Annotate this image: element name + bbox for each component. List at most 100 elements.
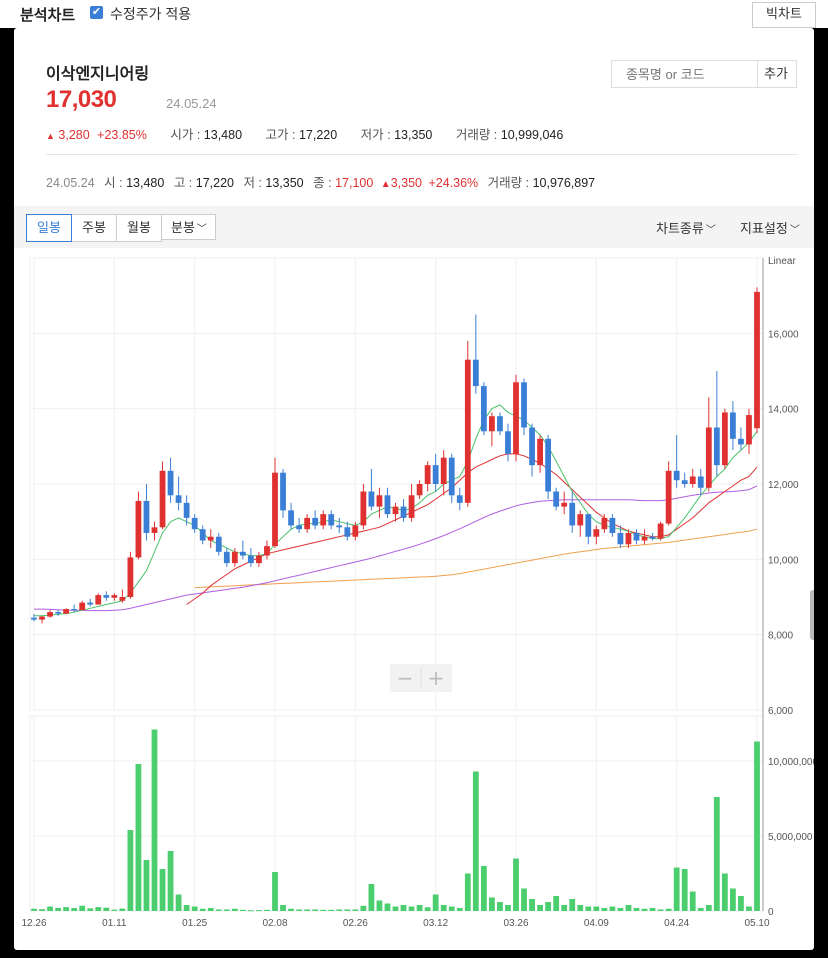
page-title: 분석차트 xyxy=(20,7,76,24)
candle-body xyxy=(649,536,656,539)
candle-body xyxy=(416,484,423,496)
volume-bar xyxy=(657,909,664,911)
x-tick-label: 04.09 xyxy=(584,918,609,929)
volume-tick-label: 10,000,000 xyxy=(768,757,814,768)
volume-bar xyxy=(256,910,262,912)
candle-body xyxy=(167,470,174,496)
candle-body xyxy=(513,382,519,454)
candle-body xyxy=(625,532,632,545)
candle-body xyxy=(746,415,752,445)
volume-bar xyxy=(127,830,134,911)
volume-bar xyxy=(697,908,704,911)
candle-body xyxy=(657,523,664,539)
volume-bar xyxy=(183,905,190,911)
candle-body xyxy=(497,416,503,432)
candle-body xyxy=(456,495,463,503)
volume-bar xyxy=(360,905,367,911)
candle-body xyxy=(280,472,286,511)
volume-bar xyxy=(199,908,206,911)
volume-bar xyxy=(408,906,415,911)
price-tick-label: 16,000 xyxy=(768,329,799,340)
volume-bar xyxy=(561,905,568,911)
candle-body xyxy=(256,555,262,564)
price-tick-label: 10,000 xyxy=(768,555,799,566)
volume-bar xyxy=(480,866,487,911)
volume-bar xyxy=(167,851,174,911)
candle-body xyxy=(239,551,246,556)
volume-bar xyxy=(248,910,254,912)
chart-panel: 이삭엔지니어링 17,030 24.05.24 ▲ 3,280 +23.85% … xyxy=(14,28,814,950)
volume-bar xyxy=(79,905,86,911)
candlestick-chart[interactable]: 6,000 8,000 10,000 12,000 14,000 16,000 Linear… xyxy=(14,28,814,950)
volume-bar xyxy=(545,902,552,911)
side-panel-handle[interactable] xyxy=(810,590,814,640)
volume-bar xyxy=(119,908,126,911)
volume-bar xyxy=(689,891,696,911)
volume-bar xyxy=(280,905,286,911)
volume-bar xyxy=(159,869,166,911)
volume-bar xyxy=(352,909,359,911)
volume-bar xyxy=(617,908,624,911)
volume-bar xyxy=(328,909,335,911)
volume-bar xyxy=(585,906,592,911)
candle-body xyxy=(384,495,391,515)
volume-bar xyxy=(577,905,584,911)
candle-body xyxy=(95,595,102,605)
candle-body xyxy=(480,386,487,432)
candle-body xyxy=(199,529,206,541)
candle-body xyxy=(231,551,238,564)
volume-bar xyxy=(264,909,270,911)
candle-body xyxy=(55,612,61,614)
candle-body xyxy=(183,502,190,518)
zoom-out-icon[interactable]: − xyxy=(397,666,414,690)
candle-body xyxy=(609,517,616,533)
candle-body xyxy=(352,525,359,537)
volume-bar xyxy=(705,905,712,911)
volume-bar xyxy=(553,896,560,911)
candle-body xyxy=(248,555,254,564)
volume-bar xyxy=(448,906,455,911)
candle-body xyxy=(360,491,367,526)
volume-bar xyxy=(103,907,110,911)
volume-bar xyxy=(464,873,471,911)
candle-body xyxy=(264,546,270,556)
x-tick-label: 03.12 xyxy=(423,918,448,929)
volume-bar xyxy=(320,909,327,911)
candle-body xyxy=(553,491,560,507)
tab-daily[interactable]: 일봉 xyxy=(26,214,72,242)
adjusted-price-checkbox[interactable]: ✔ xyxy=(90,6,103,19)
volume-bar xyxy=(175,894,182,911)
candle-body xyxy=(207,536,214,541)
candle-body xyxy=(39,616,45,620)
volume-bar xyxy=(529,899,535,911)
x-tick-label: 05.10 xyxy=(744,918,769,929)
volume-bar xyxy=(489,897,495,911)
candle-body xyxy=(135,500,142,558)
candle-body xyxy=(545,438,552,492)
volume-bar xyxy=(239,909,246,911)
volume-tick-label: 5,000,000 xyxy=(768,832,813,843)
candle-body xyxy=(721,412,728,466)
candle-body xyxy=(673,470,680,481)
candle-body xyxy=(368,491,375,507)
volume-bar xyxy=(392,906,399,911)
candle-body xyxy=(175,495,182,503)
zoom-in-icon[interactable]: + xyxy=(428,666,445,690)
big-chart-button[interactable]: 빅차트 xyxy=(752,2,816,28)
scale-label: Linear xyxy=(768,256,796,267)
volume-bar xyxy=(513,858,519,911)
volume-bar xyxy=(55,908,61,911)
volume-bar xyxy=(207,908,214,911)
candle-body xyxy=(440,457,447,484)
candle-body xyxy=(521,382,527,428)
volume-bar xyxy=(312,909,319,911)
candle-body xyxy=(641,536,648,541)
volume-bar xyxy=(754,741,760,911)
candle-body xyxy=(392,506,399,515)
volume-bar xyxy=(376,900,383,911)
volume-bar xyxy=(416,905,423,911)
candle-body xyxy=(159,470,166,528)
volume-bar xyxy=(111,909,118,911)
volume-bar xyxy=(400,905,407,911)
candle-body xyxy=(143,500,150,533)
